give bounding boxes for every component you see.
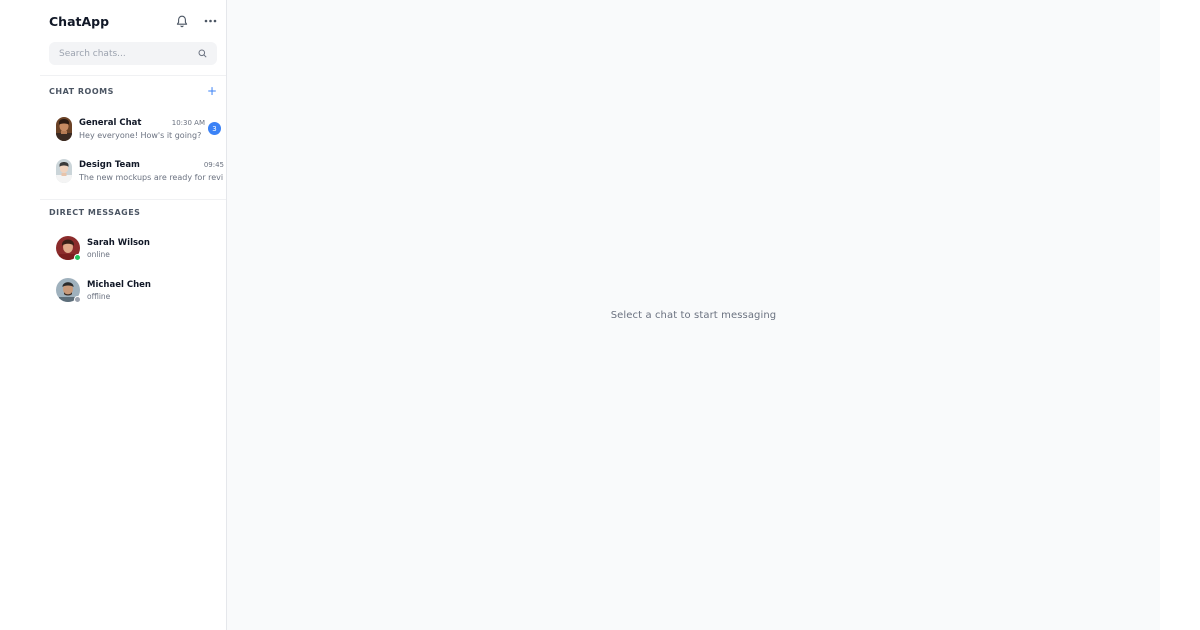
avatar bbox=[56, 236, 81, 261]
room-last-message: Hey everyone! How's it going? bbox=[79, 131, 202, 140]
direct-messages-header: DIRECT MESSAGES bbox=[49, 208, 217, 217]
header-actions bbox=[175, 14, 217, 28]
search-input[interactable] bbox=[59, 48, 195, 59]
room-time: 09:45 bbox=[203, 161, 224, 169]
online-status-icon bbox=[74, 254, 81, 261]
chat-app: ChatApp Search chats... CHAT ROOMS + Gen… bbox=[40, 0, 1160, 630]
section-title: DIRECT MESSAGES bbox=[49, 208, 141, 217]
divider bbox=[40, 199, 226, 200]
search-bar bbox=[49, 42, 217, 65]
more-horizontal-icon[interactable] bbox=[203, 14, 217, 28]
dm-name: Sarah Wilson bbox=[87, 237, 150, 248]
main-panel: Select a chat to start messaging bbox=[227, 0, 1160, 630]
dm-body: Michael Chen offline bbox=[87, 280, 151, 301]
avatar bbox=[56, 159, 72, 183]
sidebar-header: ChatApp bbox=[49, 10, 217, 32]
direct-message-item[interactable]: Sarah Wilson online bbox=[56, 235, 216, 261]
chat-rooms-header: CHAT ROOMS + bbox=[49, 85, 217, 97]
search-icon[interactable] bbox=[195, 47, 209, 61]
app-title: ChatApp bbox=[49, 13, 110, 29]
dm-status: online bbox=[87, 249, 110, 259]
dm-status: offline bbox=[87, 291, 111, 301]
room-last-message: The new mockups are ready for revi bbox=[79, 173, 224, 182]
room-body: General Chat 10:30 AM Hey everyone! How'… bbox=[79, 118, 226, 140]
room-time: 10:30 AM bbox=[171, 119, 205, 127]
bell-icon[interactable] bbox=[175, 14, 189, 28]
room-name: Design Team bbox=[79, 160, 140, 170]
add-room-button[interactable]: + bbox=[207, 85, 217, 97]
chat-room-item[interactable]: General Chat 10:30 AM Hey everyone! How'… bbox=[56, 113, 226, 145]
divider bbox=[40, 75, 226, 76]
offline-status-icon bbox=[74, 296, 81, 303]
section-title: CHAT ROOMS bbox=[49, 86, 114, 96]
chat-room-item[interactable]: Design Team 09:45 The new mockups are re… bbox=[56, 155, 226, 187]
dm-name: Michael Chen bbox=[87, 279, 151, 290]
empty-state-text: Select a chat to start messaging bbox=[610, 309, 777, 321]
sidebar: ChatApp Search chats... CHAT ROOMS + Gen… bbox=[40, 0, 227, 630]
dm-body: Sarah Wilson online bbox=[87, 238, 150, 259]
avatar bbox=[56, 278, 81, 303]
room-name: General Chat bbox=[79, 118, 142, 128]
avatar bbox=[56, 117, 72, 141]
direct-message-item[interactable]: Michael Chen offline bbox=[56, 277, 216, 303]
unread-badge: 3 bbox=[208, 122, 221, 135]
room-body: Design Team 09:45 The new mockups are re… bbox=[79, 160, 226, 182]
